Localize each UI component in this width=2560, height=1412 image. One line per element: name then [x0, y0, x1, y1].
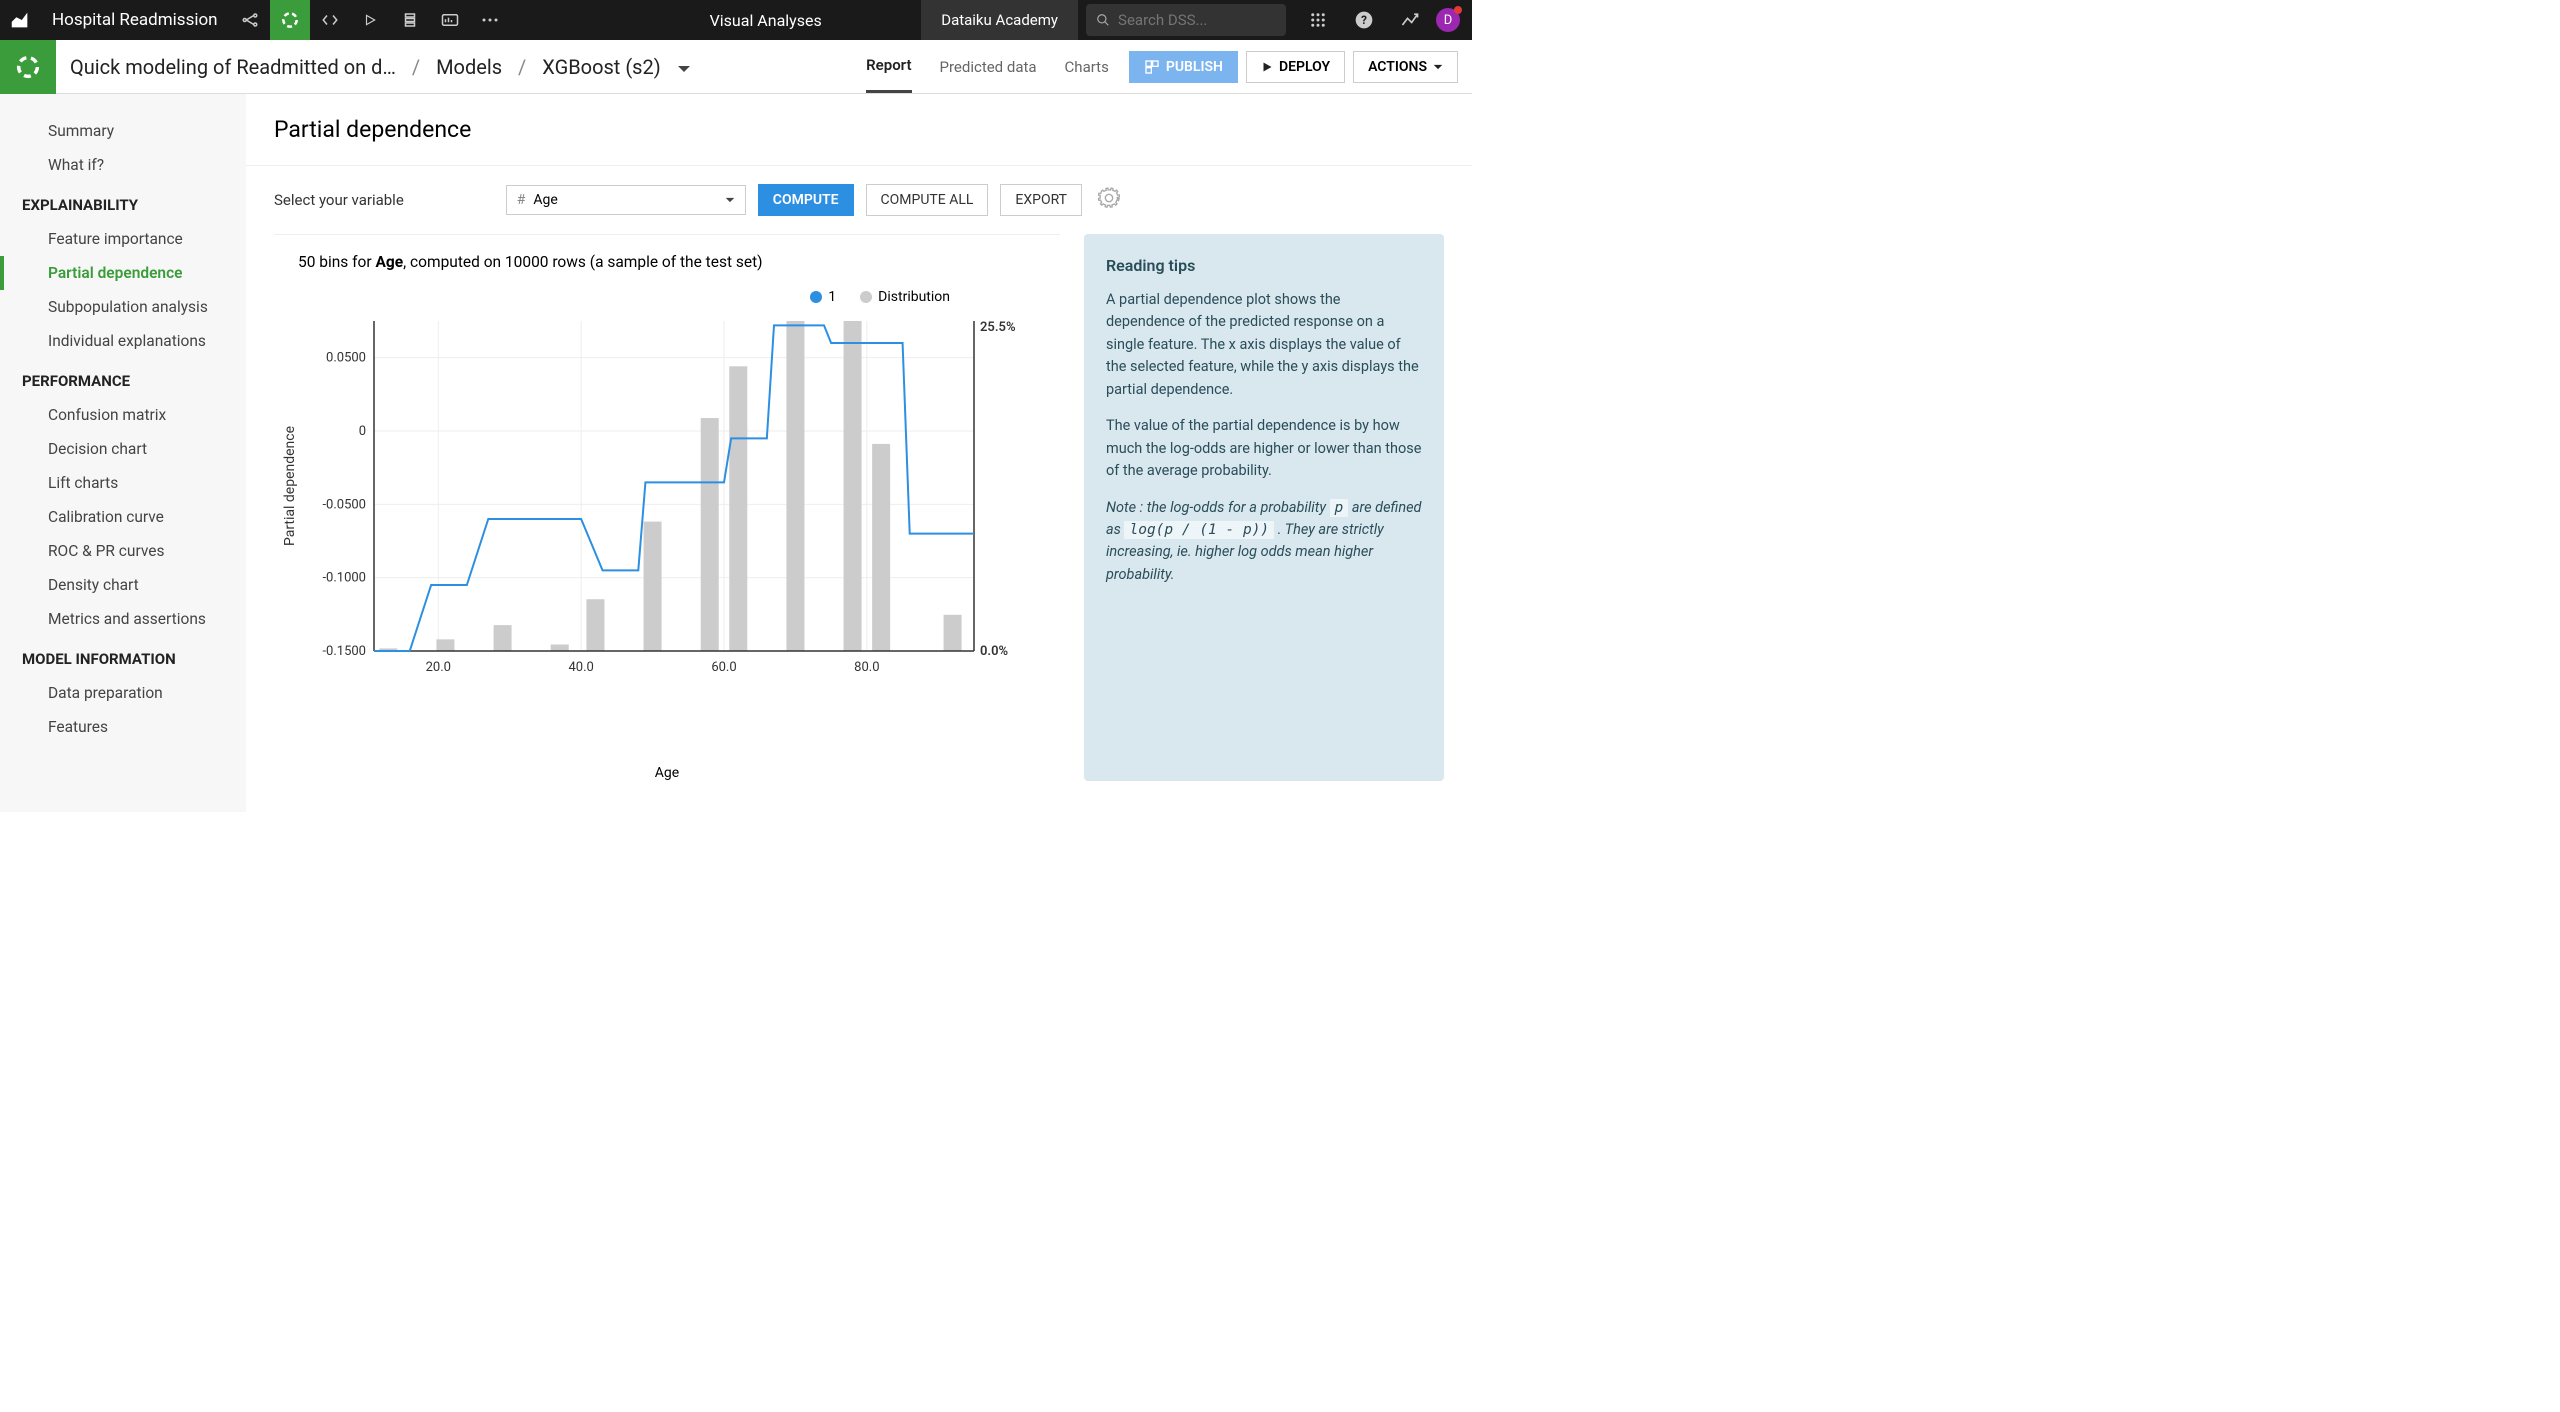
- sidebar-item-confusion-matrix[interactable]: Confusion matrix: [0, 398, 246, 432]
- svg-text:-0.1500: -0.1500: [322, 644, 366, 659]
- reading-tips-panel: Reading tips A partial dependence plot s…: [1084, 234, 1444, 781]
- bin-info: 50 bins for Age, computed on 10000 rows …: [274, 253, 1060, 289]
- model-dropdown-icon[interactable]: [677, 55, 691, 79]
- sidebar-item-whatif[interactable]: What if?: [0, 148, 246, 182]
- svg-text:25.5%: 25.5%: [980, 320, 1016, 335]
- section-title: Visual Analyses: [710, 11, 822, 30]
- flow-icon[interactable]: [230, 0, 270, 40]
- chevron-down-icon: [1433, 63, 1443, 71]
- more-icon[interactable]: [470, 0, 510, 40]
- svg-text:40.0: 40.0: [568, 660, 593, 675]
- svg-text:0: 0: [359, 424, 366, 439]
- partial-dependence-chart: -0.1500 -0.1000 -0.0500 0 0.0500 20.0 40.0 60.0…: [274, 311, 1060, 751]
- svg-text:80.0: 80.0: [854, 660, 879, 675]
- tab-predicted-data[interactable]: Predicted data: [940, 40, 1037, 93]
- tips-title: Reading tips: [1106, 254, 1422, 279]
- sidebar-item-decision-chart[interactable]: Decision chart: [0, 432, 246, 466]
- user-avatar[interactable]: D: [1436, 8, 1460, 32]
- actions-button[interactable]: ACTIONS: [1353, 51, 1458, 83]
- sidebar-item-subpopulation[interactable]: Subpopulation analysis: [0, 290, 246, 324]
- deploy-button[interactable]: DEPLOY: [1246, 51, 1345, 83]
- sidebar-group-model-info: MODEL INFORMATION: [0, 636, 246, 676]
- sidebar-item-density-chart[interactable]: Density chart: [0, 568, 246, 602]
- svg-text:?: ?: [1361, 13, 1367, 27]
- tips-p2: The value of the partial dependence is b…: [1106, 415, 1422, 482]
- svg-text:-0.0500: -0.0500: [322, 497, 366, 512]
- tips-note: Note : the log-odds for a probability p …: [1106, 497, 1422, 587]
- run-icon[interactable]: [350, 0, 390, 40]
- search-box[interactable]: [1086, 4, 1286, 36]
- activity-icon[interactable]: [1390, 0, 1430, 40]
- breadcrumb-models[interactable]: Models: [436, 55, 502, 79]
- sidebar-item-data-preparation[interactable]: Data preparation: [0, 676, 246, 710]
- chevron-down-icon: [725, 196, 735, 204]
- play-icon: [1261, 61, 1273, 73]
- publish-button[interactable]: PUBLISH: [1129, 51, 1238, 83]
- sidebar-item-calibration-curve[interactable]: Calibration curve: [0, 500, 246, 534]
- sidebar-group-explainability: EXPLAINABILITY: [0, 182, 246, 222]
- lab-badge-icon[interactable]: [0, 40, 56, 94]
- publish-icon: [1144, 59, 1160, 75]
- svg-text:0.0%: 0.0%: [980, 644, 1009, 659]
- sidebar-item-summary[interactable]: Summary: [0, 114, 246, 148]
- sidebar-item-partial-dependence[interactable]: Partial dependence: [0, 256, 246, 290]
- tips-p1: A partial dependence plot shows the depe…: [1106, 289, 1422, 401]
- breadcrumb-analysis[interactable]: Quick modeling of Readmitted on d…: [70, 55, 396, 79]
- lab-icon[interactable]: [270, 0, 310, 40]
- settings-gear-icon[interactable]: [1098, 187, 1120, 213]
- sidebar-item-roc-pr[interactable]: ROC & PR curves: [0, 534, 246, 568]
- tab-charts[interactable]: Charts: [1065, 40, 1109, 93]
- export-button[interactable]: EXPORT: [1000, 184, 1082, 216]
- search-icon: [1096, 12, 1110, 28]
- code-icon[interactable]: [310, 0, 350, 40]
- chart-legend: 1 Distribution: [274, 289, 1060, 305]
- search-input[interactable]: [1118, 11, 1276, 29]
- sidebar-item-feature-importance[interactable]: Feature importance: [0, 222, 246, 256]
- stack-icon[interactable]: [390, 0, 430, 40]
- svg-text:60.0: 60.0: [711, 660, 736, 675]
- project-name[interactable]: Hospital Readmission: [40, 10, 230, 30]
- x-axis-label: Age: [274, 765, 1060, 781]
- legend-dot-distribution: [860, 291, 872, 303]
- dataiku-bird-icon[interactable]: [0, 0, 40, 40]
- svg-text:Partial dependence: Partial dependence: [282, 426, 298, 546]
- sidebar-group-performance: PERFORMANCE: [0, 358, 246, 398]
- dashboard-icon[interactable]: [430, 0, 470, 40]
- sidebar-item-lift-charts[interactable]: Lift charts: [0, 466, 246, 500]
- variable-select[interactable]: #Age: [506, 185, 746, 215]
- svg-text:20.0: 20.0: [426, 660, 451, 675]
- breadcrumb: Quick modeling of Readmitted on d… / Mod…: [56, 55, 705, 79]
- page-title: Partial dependence: [246, 94, 1472, 166]
- svg-text:0.0500: 0.0500: [326, 351, 366, 366]
- tab-report[interactable]: Report: [866, 40, 911, 93]
- sidebar-item-metrics-assertions[interactable]: Metrics and assertions: [0, 602, 246, 636]
- compute-all-button[interactable]: COMPUTE ALL: [866, 184, 989, 216]
- compute-button[interactable]: COMPUTE: [758, 184, 854, 216]
- sidebar-item-features[interactable]: Features: [0, 710, 246, 744]
- help-icon[interactable]: ?: [1344, 0, 1384, 40]
- sidebar-item-individual-explanations[interactable]: Individual explanations: [0, 324, 246, 358]
- academy-link[interactable]: Dataiku Academy: [921, 0, 1078, 40]
- apps-icon[interactable]: [1298, 0, 1338, 40]
- breadcrumb-model-name[interactable]: XGBoost (s2): [542, 55, 660, 79]
- svg-text:-0.1000: -0.1000: [322, 571, 366, 586]
- legend-dot-1: [810, 291, 822, 303]
- sidebar: Summary What if? EXPLAINABILITY Feature …: [0, 94, 246, 812]
- select-variable-label: Select your variable: [274, 191, 404, 209]
